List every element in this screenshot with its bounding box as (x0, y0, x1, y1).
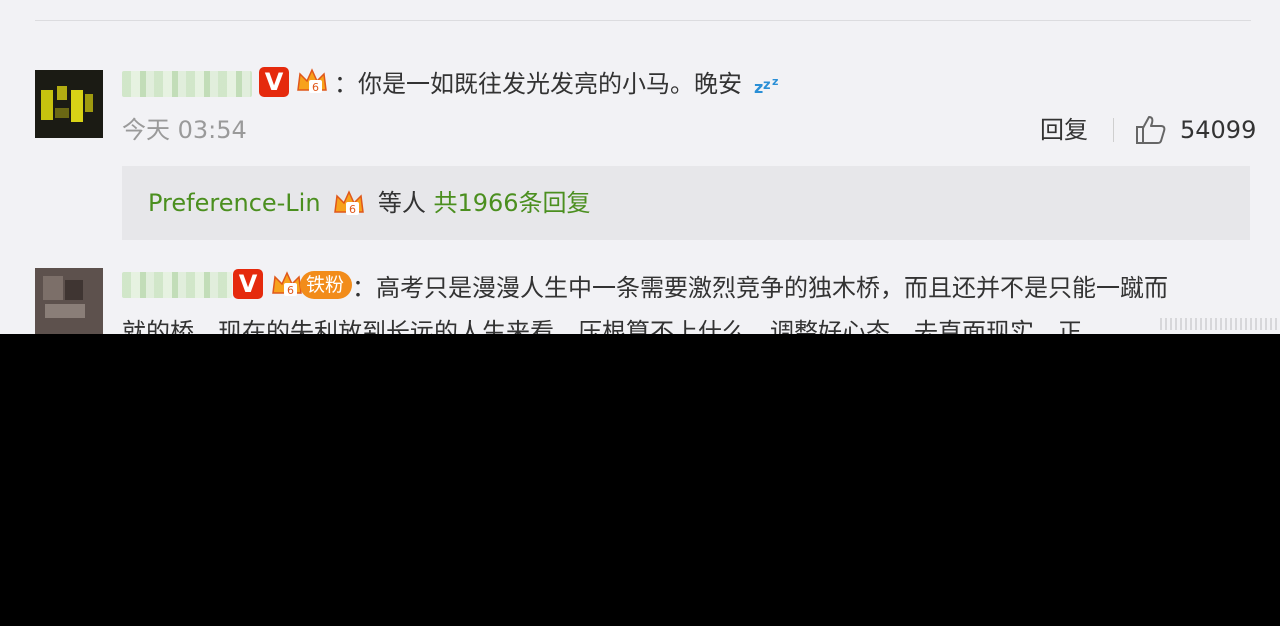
divider (35, 20, 1251, 21)
reply-button[interactable]: 回复 (1040, 115, 1088, 145)
comment-text: ：高考只是漫漫人生中一条需要激烈竞争的独木桥，而且还并不是只能一蹴而 (352, 274, 1168, 302)
comment-text-continued: 就的桥，现在的失利放到长远的人生来看，压根算不上什么，调整好心态，去直面现实，正 (122, 318, 1082, 334)
reply-total-link[interactable]: 共1966条回复 (433, 189, 590, 217)
svg-text:6: 6 (312, 81, 319, 94)
action-divider (1113, 118, 1114, 142)
zzz-sleep-icon: z z z (754, 75, 778, 96)
comment-time: 今天 03:54 (122, 116, 247, 144)
avatar[interactable] (35, 268, 103, 334)
comment-list: V 6 ：你是一如既往发光发亮的小马。晚安 z z z 今天 03:54 回复 … (0, 0, 1280, 334)
replies-preview[interactable]: Preference-Lin 6 等人 共1966条回复 (122, 166, 1250, 240)
thumbs-up-icon[interactable] (1134, 114, 1168, 146)
svg-text:6: 6 (287, 284, 294, 297)
avatar[interactable] (35, 70, 103, 138)
username-blurred[interactable] (122, 71, 252, 97)
crown-icon: 6 (334, 190, 365, 216)
username-blurred[interactable] (122, 272, 232, 298)
comment-text: ：你是一如既往发光发亮的小马。晚安 z z z (334, 66, 784, 102)
svg-text:z: z (754, 78, 763, 96)
crown-icon: 6 (272, 271, 302, 297)
crown-icon: 6 (297, 68, 327, 94)
fan-badge: 铁粉 (300, 271, 353, 299)
divider-dotted (1160, 318, 1280, 330)
like-count: 54099 (1180, 116, 1257, 144)
reply-username[interactable]: Preference-Lin (148, 189, 321, 217)
svg-text:z: z (772, 75, 778, 88)
svg-text:6: 6 (349, 203, 356, 216)
comment-body: ：你是一如既往发光发亮的小马。晚安 (334, 70, 742, 98)
verified-badge: V (259, 67, 289, 97)
verified-badge: V (233, 269, 263, 299)
reply-connector: 等人 (377, 189, 434, 217)
svg-text:z: z (763, 78, 771, 93)
